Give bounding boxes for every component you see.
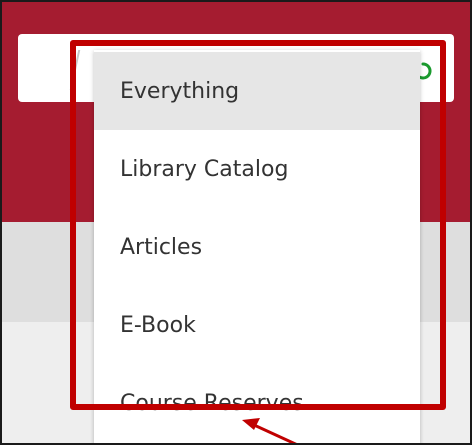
- dropdown-option-course-reserves[interactable]: Course Reserves: [94, 364, 420, 442]
- screenshot-frame: Everything Library Catalog Articles E-Bo…: [0, 0, 472, 445]
- dropdown-option-label: Course Reserves: [120, 390, 304, 416]
- dropdown-option-articles[interactable]: Articles: [94, 208, 420, 286]
- dropdown-option-label: E-Book: [120, 312, 196, 338]
- dropdown-option-label: Articles: [120, 234, 203, 260]
- search-scope-dropdown[interactable]: Everything Library Catalog Articles E-Bo…: [94, 50, 420, 443]
- dropdown-option-library-catalog[interactable]: Library Catalog: [94, 130, 420, 208]
- dropdown-option-label: Library Catalog: [120, 156, 289, 182]
- dropdown-option-everything[interactable]: Everything: [94, 52, 420, 130]
- dropdown-option-e-book[interactable]: E-Book: [94, 286, 420, 364]
- dropdown-option-label: Everything: [120, 78, 240, 104]
